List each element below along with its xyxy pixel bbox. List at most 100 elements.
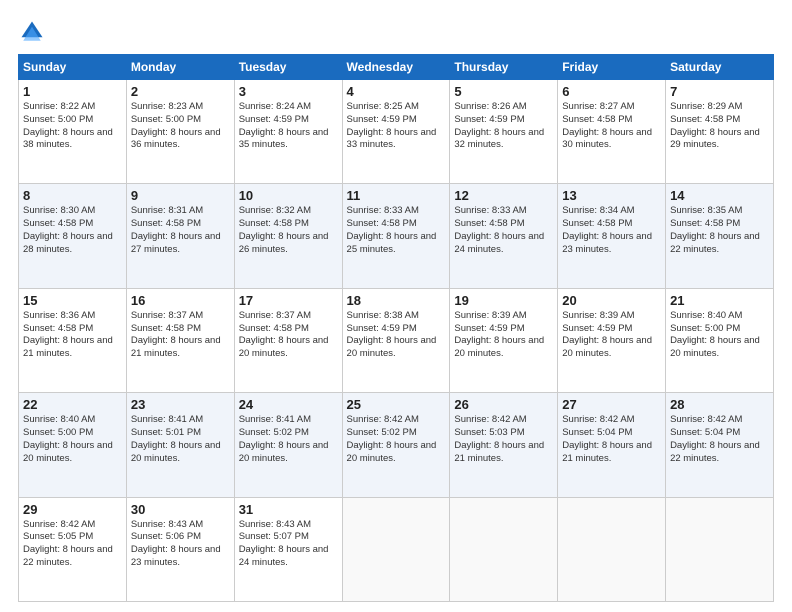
day-number: 22 (23, 397, 122, 412)
daylight-text: Daylight: 8 hours and 22 minutes. (23, 544, 122, 570)
sunset-text: Sunset: 5:01 PM (131, 427, 230, 440)
calendar-cell (666, 497, 774, 601)
calendar-week-5: 29Sunrise: 8:42 AMSunset: 5:05 PMDayligh… (19, 497, 774, 601)
sunset-text: Sunset: 5:00 PM (670, 323, 769, 336)
daylight-text: Daylight: 8 hours and 20 minutes. (347, 440, 446, 466)
daylight-text: Daylight: 8 hours and 20 minutes. (23, 440, 122, 466)
sunset-text: Sunset: 4:58 PM (454, 218, 553, 231)
day-number: 15 (23, 293, 122, 308)
page: SundayMondayTuesdayWednesdayThursdayFrid… (0, 0, 792, 612)
sunrise-text: Sunrise: 8:33 AM (454, 205, 553, 218)
day-number: 19 (454, 293, 553, 308)
calendar-cell (342, 497, 450, 601)
sunset-text: Sunset: 4:59 PM (239, 114, 338, 127)
calendar-cell: 5Sunrise: 8:26 AMSunset: 4:59 PMDaylight… (450, 80, 558, 184)
sunset-text: Sunset: 4:58 PM (239, 218, 338, 231)
calendar-cell: 23Sunrise: 8:41 AMSunset: 5:01 PMDayligh… (126, 393, 234, 497)
sunrise-text: Sunrise: 8:41 AM (239, 414, 338, 427)
calendar-cell: 3Sunrise: 8:24 AMSunset: 4:59 PMDaylight… (234, 80, 342, 184)
header (18, 18, 774, 46)
calendar-cell: 10Sunrise: 8:32 AMSunset: 4:58 PMDayligh… (234, 184, 342, 288)
sunrise-text: Sunrise: 8:39 AM (562, 310, 661, 323)
sunrise-text: Sunrise: 8:29 AM (670, 101, 769, 114)
header-tuesday: Tuesday (234, 55, 342, 80)
daylight-text: Daylight: 8 hours and 20 minutes. (670, 335, 769, 361)
daylight-text: Daylight: 8 hours and 24 minutes. (239, 544, 338, 570)
calendar-cell: 14Sunrise: 8:35 AMSunset: 4:58 PMDayligh… (666, 184, 774, 288)
daylight-text: Daylight: 8 hours and 29 minutes. (670, 127, 769, 153)
calendar-cell: 17Sunrise: 8:37 AMSunset: 4:58 PMDayligh… (234, 288, 342, 392)
daylight-text: Daylight: 8 hours and 20 minutes. (347, 335, 446, 361)
calendar-cell: 25Sunrise: 8:42 AMSunset: 5:02 PMDayligh… (342, 393, 450, 497)
sunrise-text: Sunrise: 8:27 AM (562, 101, 661, 114)
sunrise-text: Sunrise: 8:40 AM (23, 414, 122, 427)
sunrise-text: Sunrise: 8:25 AM (347, 101, 446, 114)
day-number: 2 (131, 84, 230, 99)
header-monday: Monday (126, 55, 234, 80)
sunset-text: Sunset: 5:00 PM (23, 427, 122, 440)
calendar-cell: 26Sunrise: 8:42 AMSunset: 5:03 PMDayligh… (450, 393, 558, 497)
sunset-text: Sunset: 5:06 PM (131, 531, 230, 544)
daylight-text: Daylight: 8 hours and 33 minutes. (347, 127, 446, 153)
daylight-text: Daylight: 8 hours and 35 minutes. (239, 127, 338, 153)
sunrise-text: Sunrise: 8:24 AM (239, 101, 338, 114)
daylight-text: Daylight: 8 hours and 20 minutes. (454, 335, 553, 361)
calendar-cell: 20Sunrise: 8:39 AMSunset: 4:59 PMDayligh… (558, 288, 666, 392)
sunset-text: Sunset: 5:03 PM (454, 427, 553, 440)
calendar-header-row: SundayMondayTuesdayWednesdayThursdayFrid… (19, 55, 774, 80)
sunset-text: Sunset: 4:58 PM (347, 218, 446, 231)
daylight-text: Daylight: 8 hours and 25 minutes. (347, 231, 446, 257)
calendar-cell: 7Sunrise: 8:29 AMSunset: 4:58 PMDaylight… (666, 80, 774, 184)
daylight-text: Daylight: 8 hours and 32 minutes. (454, 127, 553, 153)
calendar-cell: 27Sunrise: 8:42 AMSunset: 5:04 PMDayligh… (558, 393, 666, 497)
sunrise-text: Sunrise: 8:31 AM (131, 205, 230, 218)
calendar-cell: 2Sunrise: 8:23 AMSunset: 5:00 PMDaylight… (126, 80, 234, 184)
sunrise-text: Sunrise: 8:37 AM (239, 310, 338, 323)
sunset-text: Sunset: 5:00 PM (131, 114, 230, 127)
calendar-cell: 18Sunrise: 8:38 AMSunset: 4:59 PMDayligh… (342, 288, 450, 392)
daylight-text: Daylight: 8 hours and 38 minutes. (23, 127, 122, 153)
daylight-text: Daylight: 8 hours and 24 minutes. (454, 231, 553, 257)
day-number: 26 (454, 397, 553, 412)
header-saturday: Saturday (666, 55, 774, 80)
sunrise-text: Sunrise: 8:30 AM (23, 205, 122, 218)
sunset-text: Sunset: 4:59 PM (454, 114, 553, 127)
calendar-cell: 30Sunrise: 8:43 AMSunset: 5:06 PMDayligh… (126, 497, 234, 601)
sunrise-text: Sunrise: 8:42 AM (23, 519, 122, 532)
day-number: 12 (454, 188, 553, 203)
calendar-week-4: 22Sunrise: 8:40 AMSunset: 5:00 PMDayligh… (19, 393, 774, 497)
day-number: 1 (23, 84, 122, 99)
daylight-text: Daylight: 8 hours and 21 minutes. (131, 335, 230, 361)
daylight-text: Daylight: 8 hours and 20 minutes. (239, 335, 338, 361)
calendar-cell: 22 Sunrise: 8:40 AMSunset: 5:00 PMDayligh… (19, 393, 127, 497)
day-number: 18 (347, 293, 446, 308)
day-number: 10 (239, 188, 338, 203)
day-number: 29 (23, 502, 122, 517)
sunrise-text: Sunrise: 8:39 AM (454, 310, 553, 323)
header-wednesday: Wednesday (342, 55, 450, 80)
day-number: 4 (347, 84, 446, 99)
sunset-text: Sunset: 4:59 PM (454, 323, 553, 336)
sunset-text: Sunset: 4:59 PM (347, 114, 446, 127)
day-number: 9 (131, 188, 230, 203)
sunrise-text: Sunrise: 8:34 AM (562, 205, 661, 218)
sunset-text: Sunset: 4:58 PM (131, 218, 230, 231)
daylight-text: Daylight: 8 hours and 20 minutes. (562, 335, 661, 361)
sunrise-text: Sunrise: 8:41 AM (131, 414, 230, 427)
sunset-text: Sunset: 4:58 PM (131, 323, 230, 336)
calendar-cell: 29Sunrise: 8:42 AMSunset: 5:05 PMDayligh… (19, 497, 127, 601)
day-number: 25 (347, 397, 446, 412)
daylight-text: Daylight: 8 hours and 22 minutes. (670, 231, 769, 257)
calendar-cell: 6Sunrise: 8:27 AMSunset: 4:58 PMDaylight… (558, 80, 666, 184)
day-number: 17 (239, 293, 338, 308)
sunset-text: Sunset: 4:58 PM (23, 323, 122, 336)
sunrise-text: Sunrise: 8:42 AM (347, 414, 446, 427)
sunset-text: Sunset: 5:07 PM (239, 531, 338, 544)
sunrise-text: Sunrise: 8:37 AM (131, 310, 230, 323)
daylight-text: Daylight: 8 hours and 23 minutes. (131, 544, 230, 570)
sunrise-text: Sunrise: 8:43 AM (239, 519, 338, 532)
sunrise-text: Sunrise: 8:42 AM (454, 414, 553, 427)
calendar-cell: 31Sunrise: 8:43 AMSunset: 5:07 PMDayligh… (234, 497, 342, 601)
daylight-text: Daylight: 8 hours and 27 minutes. (131, 231, 230, 257)
sunrise-text: Sunrise: 8:42 AM (670, 414, 769, 427)
